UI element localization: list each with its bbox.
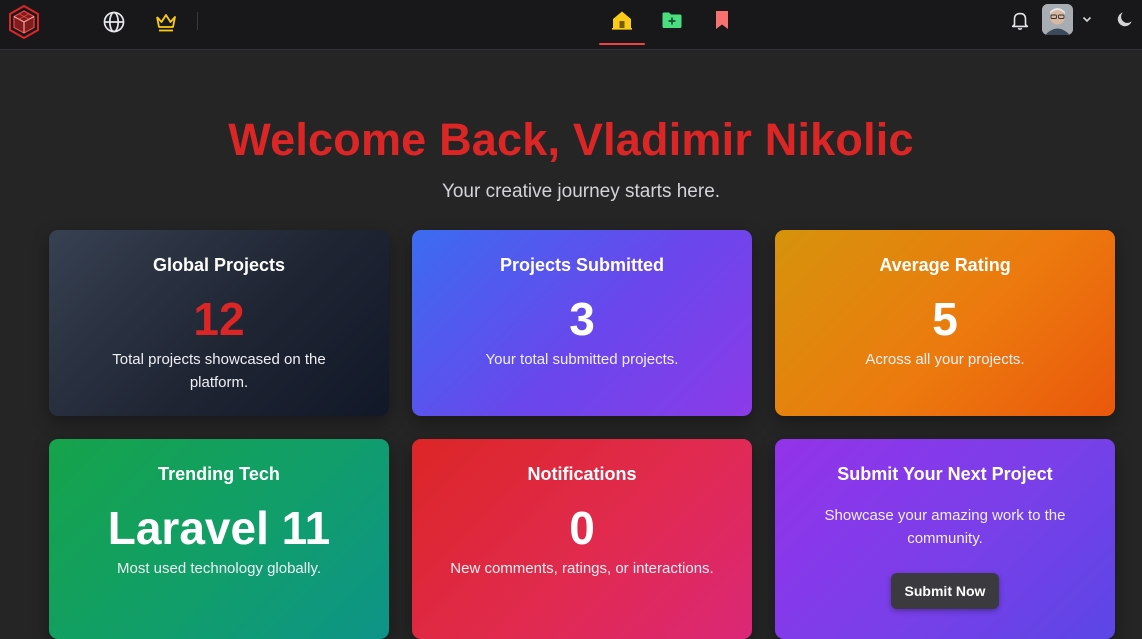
card-value: 12	[193, 293, 245, 345]
card-value: Laravel 11	[107, 502, 331, 554]
stat-card-notifications: Notifications 0 New comments, ratings, o…	[412, 439, 752, 639]
bell-icon[interactable]	[1006, 6, 1034, 34]
avatar[interactable]	[1042, 4, 1073, 35]
submit-now-button[interactable]: Submit Now	[891, 573, 999, 609]
submit-project-card: Submit Your Next Project Showcase your a…	[775, 439, 1115, 639]
stat-card-average-rating: Average Rating 5 Across all your project…	[775, 230, 1115, 416]
page-title: Welcome Back, Vladimir Nikolic	[228, 114, 914, 165]
card-title: Average Rating	[879, 255, 1011, 275]
active-tab-indicator	[599, 43, 645, 45]
card-title: Notifications	[527, 464, 637, 484]
bookmark-icon[interactable]	[708, 6, 736, 34]
page-subtitle: Your creative journey starts here.	[441, 181, 721, 202]
card-value: 5	[932, 293, 958, 345]
stat-card-projects-submitted: Projects Submitted 3 Your total submitte…	[412, 230, 752, 416]
folder-plus-icon[interactable]	[658, 6, 686, 34]
moon-icon[interactable]	[1112, 6, 1138, 32]
stat-card-global-projects: Global Projects 12 Total projects showca…	[49, 230, 389, 416]
card-description: Your total submitted projects.	[485, 351, 679, 368]
chevron-down-icon[interactable]	[1078, 9, 1096, 29]
top-navbar	[0, 0, 1142, 50]
card-description: Total projects showcased on the platform…	[112, 351, 326, 391]
stat-card-trending-tech: Trending Tech Laravel 11 Most used techn…	[49, 439, 389, 639]
card-title: Submit Your Next Project	[837, 464, 1053, 484]
nav-divider	[197, 12, 198, 30]
card-description: New comments, ratings, or interactions.	[450, 560, 714, 577]
card-description: Showcase your amazing work to the commun…	[824, 507, 1066, 547]
card-title: Projects Submitted	[499, 255, 665, 275]
logo-icon[interactable]	[6, 4, 42, 40]
home-icon[interactable]	[608, 6, 636, 34]
crown-icon[interactable]	[152, 8, 180, 36]
card-title: Global Projects	[152, 255, 286, 275]
globe-icon[interactable]	[100, 8, 128, 36]
card-value: 0	[569, 502, 595, 554]
card-description: Across all your projects.	[865, 351, 1025, 368]
card-description: Most used technology globally.	[116, 560, 321, 577]
card-title: Trending Tech	[158, 464, 280, 484]
card-value: 3	[569, 293, 595, 345]
